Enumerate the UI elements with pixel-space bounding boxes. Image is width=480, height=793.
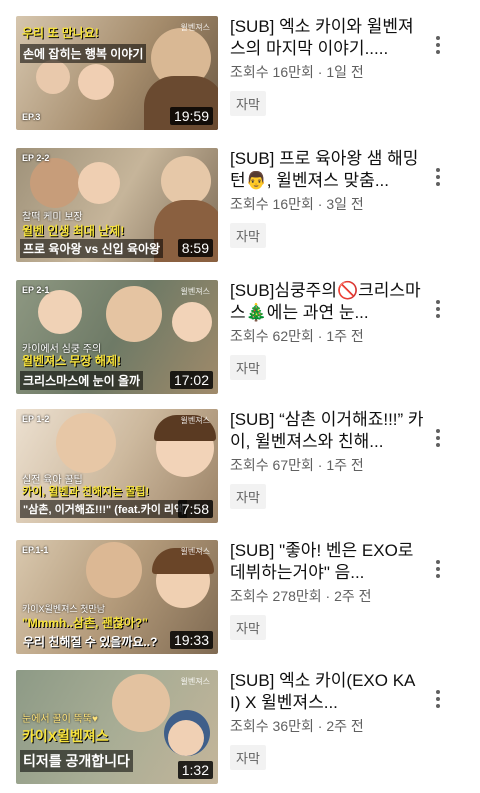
- subtitle-badge: 자막: [230, 615, 266, 640]
- upload-age: 1주 전: [326, 328, 364, 344]
- video-item[interactable]: 윌벤져스 EP.3 우리 또 만나요! 손에 잡히는 행복 이야기 19:59 …: [0, 16, 480, 134]
- thumbnail-caption: 우리 또 만나요!: [22, 26, 99, 40]
- thumbnail-caption: 찰떡 케미 보장: [22, 212, 83, 223]
- video-thumbnail[interactable]: EP 1-2 윌벤져스 실전 육아 꿀팁 카이, 윌벤과 친해지는 꿀팁! "삼…: [16, 409, 218, 523]
- more-options-icon[interactable]: [426, 162, 450, 192]
- meta-separator: ·: [313, 457, 327, 473]
- channel-logo: 윌벤져스: [180, 677, 210, 686]
- duration-badge: 19:33: [169, 631, 213, 649]
- video-meta: 조회수 67만회 · 1주 전: [230, 455, 364, 475]
- duration-badge: 1:32: [177, 761, 213, 779]
- more-options-icon[interactable]: [426, 684, 450, 714]
- more-options-icon[interactable]: [426, 30, 450, 60]
- video-item[interactable]: 윌벤져스 눈에서 꿀이 뚝뚝♥ 카이X윌벤져스 티저를 공개합니다 1:32 […: [0, 670, 480, 788]
- meta-separator: ·: [313, 64, 327, 80]
- video-meta: 조회수 62만회 · 1주 전: [230, 326, 364, 346]
- view-count: 조회수 67만회: [230, 457, 314, 473]
- video-meta: 조회수 36만회 · 2주 전: [230, 716, 364, 736]
- video-title[interactable]: [SUB] "좋아! 벤은 EXO로 데뷔하는거야" 음...: [230, 540, 424, 584]
- subtitle-badge: 자막: [230, 91, 266, 116]
- channel-logo: 윌벤져스: [180, 287, 210, 296]
- thumbnail-caption: "삼촌, 이거해죠!!!" (feat.카이 리액: [20, 500, 188, 518]
- upload-age: 1주 전: [326, 457, 364, 473]
- thumbnail-caption: 윌벤 인생 최대 난제!: [22, 224, 125, 238]
- video-thumbnail[interactable]: EP 2-2 찰떡 케미 보장 윌벤 인생 최대 난제! 프로 육아왕 vs 신…: [16, 148, 218, 262]
- episode-label: EP 1-2: [22, 414, 50, 424]
- view-count: 조회수 16만회: [230, 196, 314, 212]
- video-item[interactable]: EP 1-2 윌벤져스 실전 육아 꿀팁 카이, 윌벤과 친해지는 꿀팁! "삼…: [0, 409, 480, 527]
- thumbnail-caption: 카이X윌벤져스: [22, 728, 109, 744]
- upload-age: 2주 전: [326, 718, 364, 734]
- thumbnail-caption: 티저를 공개합니다: [20, 750, 133, 772]
- video-title[interactable]: [SUB] “삼촌 이거해죠!!!” 카이, 윌벤져스와 친해...: [230, 409, 424, 453]
- more-options-icon[interactable]: [426, 294, 450, 324]
- more-options-icon[interactable]: [426, 554, 450, 584]
- subtitle-badge: 자막: [230, 223, 266, 248]
- video-thumbnail[interactable]: 윌벤져스 눈에서 꿀이 뚝뚝♥ 카이X윌벤져스 티저를 공개합니다 1:32: [16, 670, 218, 784]
- thumbnail-caption: 손에 잡히는 행복 이야기: [20, 44, 147, 63]
- meta-separator: ·: [313, 196, 327, 212]
- video-list: 윌벤져스 EP.3 우리 또 만나요! 손에 잡히는 행복 이야기 19:59 …: [0, 0, 480, 793]
- video-title[interactable]: [SUB]심쿵주의🚫크리스마스🎄에는 과연 눈...: [230, 280, 424, 324]
- video-title[interactable]: [SUB] 엑소 카이(EXO KAI) X 윌벤져스...: [230, 670, 424, 714]
- duration-badge: 8:59: [177, 239, 213, 257]
- episode-label: EP.3: [22, 112, 41, 122]
- thumbnail-caption: 우리 친해질 수 있을까요..?: [23, 635, 158, 649]
- meta-separator: ·: [321, 588, 335, 604]
- meta-separator: ·: [313, 718, 327, 734]
- episode-label: EP 2-2: [22, 153, 50, 163]
- view-count: 조회수 278만회: [230, 588, 322, 604]
- video-item[interactable]: EP 2-1 윌벤져스 카이에서 심쿵 주의 윌벤져스 무장 해제! 크리스마스…: [0, 280, 480, 398]
- meta-separator: ·: [313, 328, 327, 344]
- upload-age: 3일 전: [326, 196, 364, 212]
- view-count: 조회수 16만회: [230, 64, 314, 80]
- video-item[interactable]: EP 2-2 찰떡 케미 보장 윌벤 인생 최대 난제! 프로 육아왕 vs 신…: [0, 148, 480, 266]
- more-options-icon[interactable]: [426, 423, 450, 453]
- thumbnail-caption: 카이, 윌벤과 친해지는 꿀팁!: [22, 486, 150, 498]
- upload-age: 2주 전: [334, 588, 372, 604]
- video-title[interactable]: [SUB] 엑소 카이와 윌벤져스의 마지막 이야기.....: [230, 16, 424, 60]
- video-meta: 조회수 278만회 · 2주 전: [230, 586, 372, 606]
- episode-label: EP.1-1: [22, 545, 49, 555]
- thumbnail-caption: 크리스마스에 눈이 올까: [20, 371, 144, 390]
- video-meta: 조회수 16만회 · 3일 전: [230, 194, 364, 214]
- duration-badge: 7:58: [177, 500, 213, 518]
- episode-label: EP 2-1: [22, 285, 50, 295]
- video-thumbnail[interactable]: EP 2-1 윌벤져스 카이에서 심쿵 주의 윌벤져스 무장 해제! 크리스마스…: [16, 280, 218, 394]
- thumbnail-caption: "Mmmh..삼촌, 괜찮아?": [22, 616, 148, 630]
- duration-badge: 19:59: [169, 107, 213, 125]
- thumbnail-caption: 윌벤져스 무장 해제!: [22, 354, 121, 368]
- thumbnail-caption: 눈에서 꿀이 뚝뚝♥: [22, 714, 98, 725]
- thumbnail-caption: 프로 육아왕 vs 신입 육아왕: [20, 239, 164, 258]
- video-thumbnail[interactable]: 윌벤져스 EP.3 우리 또 만나요! 손에 잡히는 행복 이야기 19:59: [16, 16, 218, 130]
- video-meta: 조회수 16만회 · 1일 전: [230, 62, 364, 82]
- upload-age: 1일 전: [326, 64, 364, 80]
- channel-logo: 윌벤져스: [180, 416, 210, 425]
- duration-badge: 17:02: [169, 371, 213, 389]
- channel-logo: 윌벤져스: [180, 23, 210, 32]
- channel-logo: 윌벤져스: [180, 547, 210, 556]
- subtitle-badge: 자막: [230, 745, 266, 770]
- video-title[interactable]: [SUB] 프로 육아왕 샘 해밍턴👨, 윌벤져스 맞춤...: [230, 148, 424, 192]
- subtitle-badge: 자막: [230, 484, 266, 509]
- video-item[interactable]: EP.1-1 윌벤져스 카이X윌벤져스 첫만남 "Mmmh..삼촌, 괜찮아?"…: [0, 540, 480, 658]
- view-count: 조회수 62만회: [230, 328, 314, 344]
- subtitle-badge: 자막: [230, 355, 266, 380]
- view-count: 조회수 36만회: [230, 718, 314, 734]
- video-thumbnail[interactable]: EP.1-1 윌벤져스 카이X윌벤져스 첫만남 "Mmmh..삼촌, 괜찮아?"…: [16, 540, 218, 654]
